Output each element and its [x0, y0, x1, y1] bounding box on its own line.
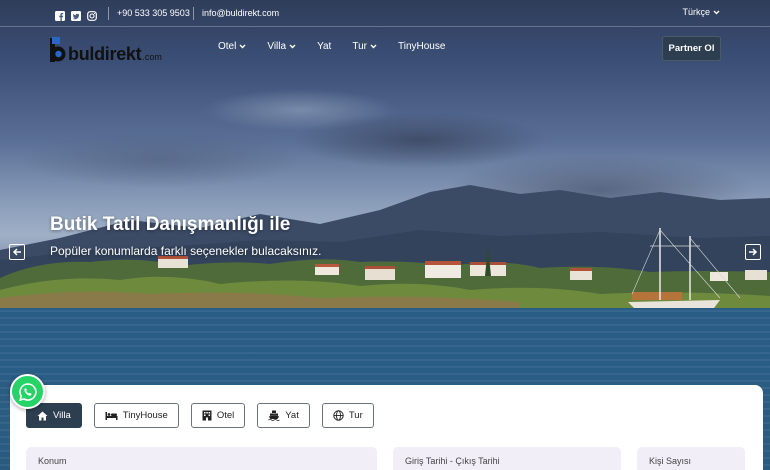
ship-icon: [268, 410, 281, 421]
facebook-icon[interactable]: [55, 8, 65, 21]
nav-item-villa[interactable]: Villa: [267, 41, 296, 52]
hero-subtitle: Popüler konumlarda farklı seçenekler bul…: [50, 244, 322, 258]
bed-icon: [105, 412, 118, 420]
twitter-icon[interactable]: [71, 8, 81, 21]
email-link[interactable]: info@buldirekt.com: [202, 8, 279, 18]
language-selector[interactable]: Türkçe: [682, 7, 720, 17]
social-links: [55, 8, 97, 21]
instagram-icon[interactable]: [87, 8, 97, 21]
nav-label: Tur: [352, 41, 367, 52]
logo-mark-icon: [48, 36, 66, 64]
nav-item-yat[interactable]: Yat: [317, 41, 331, 52]
whatsapp-button[interactable]: [10, 374, 45, 409]
tab-label: Otel: [216, 410, 235, 421]
tab-otel[interactable]: Otel: [190, 403, 246, 428]
guests-label: Kişi Sayısı: [649, 456, 692, 466]
nav-item-tur[interactable]: Tur: [352, 41, 377, 52]
tab-label: Villa: [53, 410, 71, 421]
globe-icon: [333, 410, 344, 421]
nav-label: Otel: [218, 41, 237, 52]
phone-link[interactable]: +90 533 305 9503: [117, 8, 190, 18]
location-field[interactable]: Konum: [26, 447, 377, 470]
top-bar: +90 533 305 9503 info@buldirekt.com Türk…: [0, 0, 770, 27]
nav-label: TinyHouse: [397, 41, 446, 52]
arrow-right-icon: [749, 248, 758, 256]
nav-label: Yat: [317, 41, 332, 52]
chevron-down-icon: [713, 10, 720, 14]
divider: [193, 7, 194, 20]
tab-label: Yat: [285, 410, 299, 421]
logo-domain: .com: [142, 52, 162, 62]
arrow-left-icon: [12, 248, 21, 256]
tab-tur[interactable]: Tur: [321, 403, 374, 428]
chevron-down-icon: [370, 44, 377, 49]
slider-next-button[interactable]: [745, 244, 761, 260]
building-icon: [202, 410, 212, 421]
chevron-down-icon: [239, 44, 246, 49]
chevron-down-icon: [289, 44, 296, 49]
partner-button[interactable]: Partner Ol: [662, 36, 721, 61]
hero-title: Butik Tatil Danışmanlığı ile: [50, 214, 291, 235]
nav-item-tinyhouse[interactable]: TinyHouse: [398, 41, 445, 52]
location-label: Konum: [38, 456, 67, 466]
date-range-label: Giriş Tarihi - Çıkış Tarihi: [405, 456, 500, 466]
home-icon: [37, 411, 48, 420]
date-range-field[interactable]: Giriş Tarihi - Çıkış Tarihi: [393, 447, 621, 470]
site-logo[interactable]: buldirekt .com: [48, 36, 162, 64]
tab-tinyhouse[interactable]: TinyHouse: [93, 403, 179, 428]
guests-field[interactable]: Kişi Sayısı: [637, 447, 745, 470]
tab-label: Tur: [348, 410, 363, 421]
slider-prev-button[interactable]: [9, 244, 25, 260]
language-label: Türkçe: [682, 7, 710, 17]
logo-text: buldirekt: [68, 44, 142, 64]
tab-yat[interactable]: Yat: [257, 403, 310, 428]
whatsapp-icon: [18, 382, 37, 401]
search-tabs: Villa TinyHouse Otel Yat Tur: [26, 403, 374, 428]
tab-label: TinyHouse: [122, 410, 168, 421]
nav-item-otel[interactable]: Otel: [218, 41, 246, 52]
divider: [108, 7, 109, 20]
main-nav: Otel Villa Yat Tur TinyHouse: [218, 41, 466, 52]
nav-label: Villa: [267, 41, 287, 52]
search-panel: Villa TinyHouse Otel Yat Tur Konum Giriş…: [10, 385, 763, 470]
